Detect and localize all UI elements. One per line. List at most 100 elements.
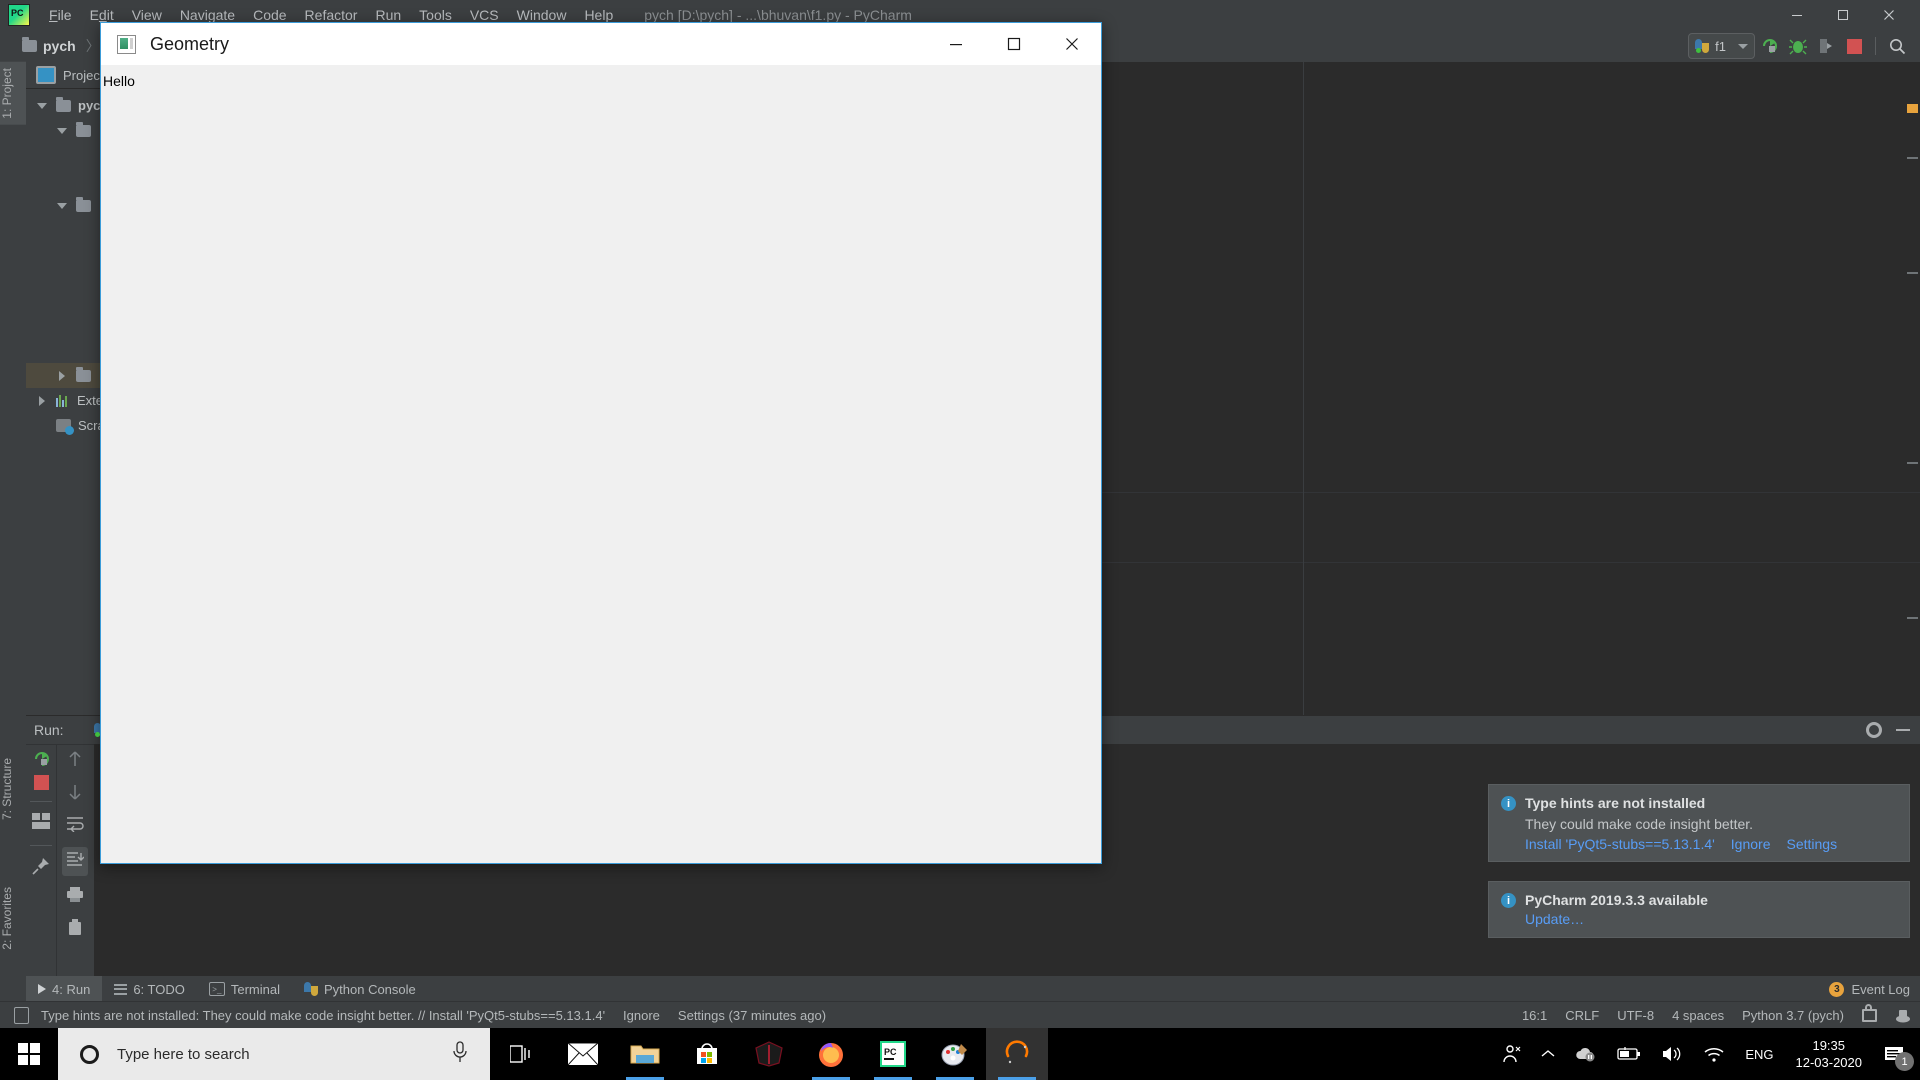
microphone-icon[interactable] [452, 1041, 468, 1068]
notification-install-link[interactable]: Install 'PyQt5-stubs==5.13.1.4' [1525, 836, 1715, 852]
tab-python-console-label: Python Console [324, 982, 416, 997]
notification-update-link[interactable]: Update… [1525, 911, 1584, 927]
status-caret-position[interactable]: 16:1 [1522, 1008, 1547, 1023]
notification-settings-link[interactable]: Settings [1787, 836, 1838, 852]
geometry-client-area[interactable]: Hello [101, 65, 1101, 863]
taskbar-clock[interactable]: 19:35 12-03-2020 [1784, 1037, 1875, 1071]
status-interpreter[interactable]: Python 3.7 (pych) [1742, 1008, 1844, 1023]
notification-count-badge: 1 [1895, 1052, 1914, 1071]
volume-icon[interactable] [1651, 1028, 1693, 1080]
sidebar-item-project[interactable]: 1: Project [0, 62, 26, 125]
geometry-hello-label: Hello [103, 73, 135, 89]
stop-button[interactable] [1841, 33, 1867, 59]
up-arrow-icon[interactable] [67, 750, 83, 773]
debug-button[interactable] [1785, 33, 1811, 59]
pycharm-icon[interactable]: PC [862, 1028, 924, 1080]
geometry-title: Geometry [150, 34, 229, 55]
twisty-down-icon[interactable] [54, 128, 70, 134]
windows-taskbar: Type here to search PC [0, 1028, 1920, 1080]
microsoft-store-icon[interactable] [676, 1028, 738, 1080]
status-settings-link[interactable]: Settings (37 minutes ago) [678, 1008, 826, 1023]
geometry-title-bar[interactable]: Geometry [101, 23, 1101, 65]
breadcrumb-project[interactable]: pych [43, 38, 76, 54]
show-hidden-icons-chevron-up-icon[interactable] [1531, 1028, 1565, 1080]
task-view-button[interactable] [490, 1028, 552, 1080]
sidebar-item-structure[interactable]: 7: Structure [0, 752, 26, 826]
tab-run[interactable]: 4: Run [26, 976, 102, 1002]
divider [30, 845, 52, 846]
scrollbar-marker[interactable] [1907, 617, 1918, 619]
wifi-icon[interactable] [1693, 1028, 1735, 1080]
taskbar-search[interactable]: Type here to search [58, 1028, 490, 1080]
battery-icon[interactable] [1607, 1028, 1651, 1080]
run-with-coverage-button[interactable] [1813, 33, 1839, 59]
menu-file[interactable]: File [40, 4, 81, 26]
scrollbar-marker[interactable] [1907, 157, 1918, 159]
file-explorer-icon[interactable] [614, 1028, 676, 1080]
geometry-maximize-button[interactable] [985, 23, 1043, 65]
clear-all-icon[interactable] [67, 918, 83, 941]
paint-icon[interactable] [924, 1028, 986, 1080]
chevron-down-icon [1738, 44, 1748, 49]
firefox-icon[interactable] [800, 1028, 862, 1080]
run-button[interactable] [1757, 33, 1783, 59]
geometry-close-button[interactable] [1043, 23, 1101, 65]
scrollbar-marker[interactable] [1907, 272, 1918, 274]
twisty-down-icon[interactable] [54, 203, 70, 209]
event-log-button[interactable]: 3 Event Log [1829, 976, 1910, 1002]
minimize-button[interactable] [1774, 0, 1820, 30]
gear-icon[interactable] [1866, 722, 1882, 738]
notification-center-button[interactable]: 1 [1874, 1028, 1920, 1080]
run-window-actions [1866, 716, 1910, 744]
language-indicator[interactable]: ENG [1735, 1028, 1783, 1080]
sidebar-item-favorites[interactable]: 2: Favorites [0, 881, 26, 956]
status-encoding[interactable]: UTF-8 [1617, 1008, 1654, 1023]
search-everywhere-icon[interactable] [1884, 33, 1910, 59]
down-arrow-icon[interactable] [67, 783, 83, 806]
tab-python-console[interactable]: Python Console [292, 976, 428, 1002]
lock-icon[interactable] [1862, 1009, 1877, 1022]
maximize-button[interactable] [1820, 0, 1866, 30]
tab-todo[interactable]: 6: TODO [102, 976, 197, 1002]
geometry-minimize-button[interactable] [927, 23, 985, 65]
twisty-down-icon[interactable] [34, 103, 50, 109]
print-icon[interactable] [66, 886, 84, 908]
soft-wrap-icon[interactable] [66, 816, 84, 837]
scrollbar-marker[interactable] [1907, 462, 1918, 464]
scrollbar-marker[interactable] [1907, 104, 1918, 113]
folder-icon [56, 100, 71, 112]
run-configuration-selector[interactable]: f1 [1688, 33, 1755, 59]
tab-terminal[interactable]: >_ Terminal [197, 976, 292, 1002]
predator-sense-icon[interactable] [738, 1028, 800, 1080]
terminal-icon: >_ [209, 982, 225, 996]
project-panel-title: Project [63, 68, 103, 83]
geometry-window[interactable]: Geometry Hello [100, 22, 1102, 864]
mail-icon[interactable] [552, 1028, 614, 1080]
notification-ignore-link[interactable]: Ignore [1731, 836, 1771, 852]
status-ignore-link[interactable]: Ignore [623, 1008, 660, 1023]
clock-time: 19:35 [1796, 1037, 1863, 1054]
stop-icon[interactable] [34, 775, 49, 790]
onedrive-icon[interactable] [1565, 1028, 1607, 1080]
project-icon [36, 66, 56, 84]
status-indent[interactable]: 4 spaces [1672, 1008, 1724, 1023]
rerun-icon[interactable] [33, 750, 50, 767]
pin-icon[interactable] [32, 857, 50, 880]
twisty-right-icon[interactable] [54, 371, 70, 381]
status-line-separator[interactable]: CRLF [1565, 1008, 1599, 1023]
notification-pycharm-update: i PyCharm 2019.3.3 available Update… [1488, 881, 1910, 938]
twisty-right-icon[interactable] [34, 396, 50, 406]
scroll-to-end-icon[interactable] [62, 847, 88, 876]
hide-window-icon[interactable] [1896, 729, 1910, 731]
breadcrumb-separator: 〉 [86, 36, 100, 56]
start-button[interactable] [0, 1028, 58, 1080]
close-button[interactable] [1866, 0, 1912, 30]
layout-icon[interactable] [32, 813, 50, 834]
stripe-label-structure: 7: Structure [0, 758, 14, 820]
people-icon[interactable] [1491, 1028, 1531, 1080]
status-bar-right: 16:1 CRLF UTF-8 4 spaces Python 3.7 (pyc… [1522, 1002, 1910, 1028]
python-app-icon[interactable] [986, 1028, 1048, 1080]
inspector-hat-icon[interactable] [1895, 1008, 1910, 1022]
notification-title: PyCharm 2019.3.3 available [1525, 892, 1708, 908]
notification-type-hints: i Type hints are not installed They coul… [1488, 784, 1910, 862]
